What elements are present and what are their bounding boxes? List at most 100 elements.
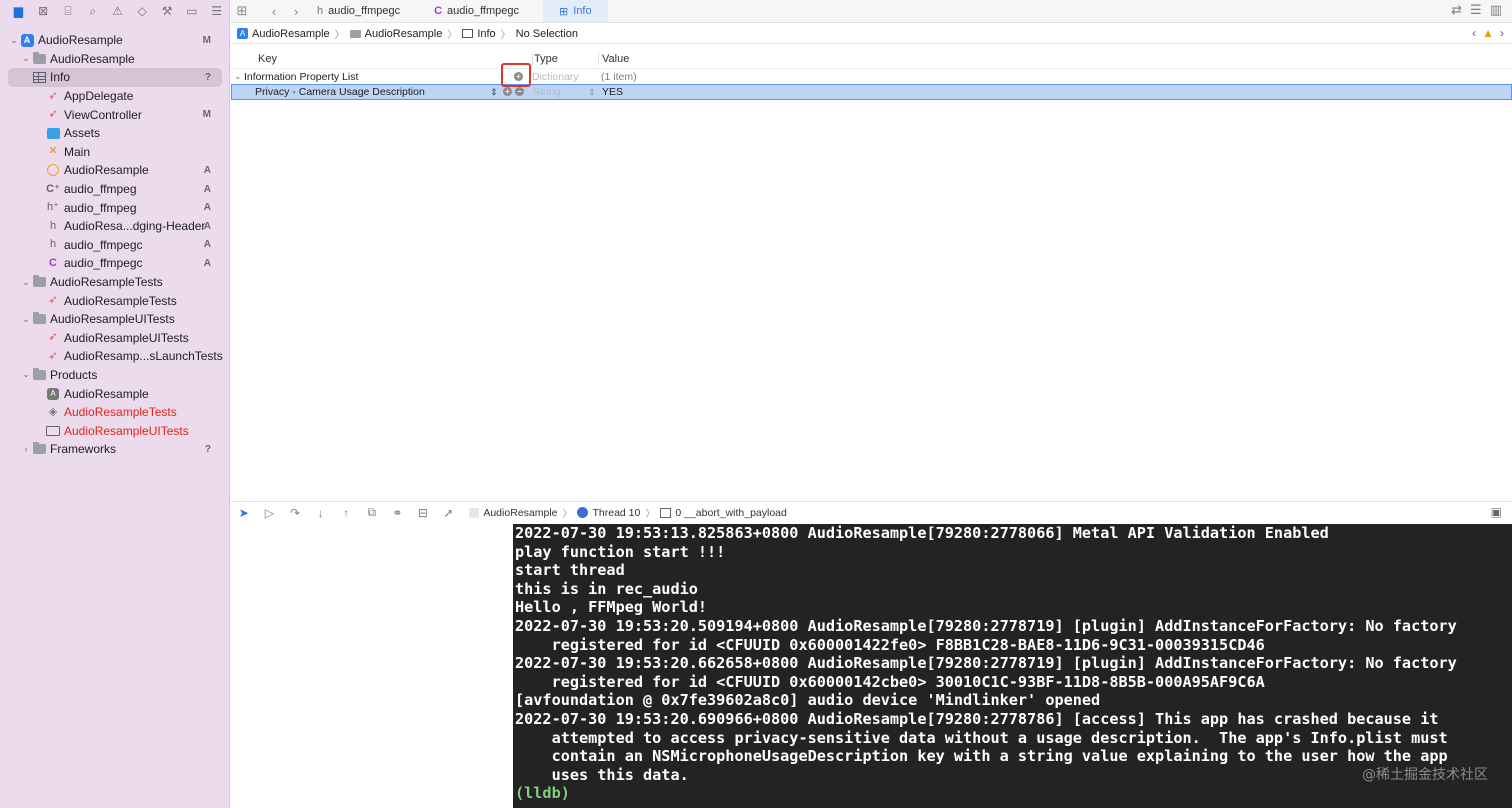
tree-row-file[interactable]: ➶ AppDelegate — [0, 87, 230, 106]
plist-value[interactable]: YES — [602, 86, 623, 98]
xctest-icon: ◈ — [48, 405, 58, 418]
tree-row-file[interactable]: Assets — [0, 124, 230, 143]
test-icon[interactable]: ◇ — [130, 1, 155, 21]
project-icon: A — [237, 28, 248, 39]
continue-icon[interactable]: ▷ — [257, 503, 283, 523]
folder-icon — [349, 29, 361, 38]
tree-row-label: AudioResampleTests — [50, 275, 163, 290]
debug-thread[interactable]: Thread 10 — [592, 507, 640, 519]
swap-icon[interactable]: ⇄ — [1451, 2, 1462, 18]
chevron-right-icon: 〉 — [334, 30, 345, 41]
find-icon[interactable]: ⌕ — [80, 1, 105, 21]
tree-row-file[interactable]: ◈ AudioResampleTests — [0, 403, 230, 422]
chevron-down-icon[interactable]: ⌄ — [20, 369, 32, 380]
tree-row-folder[interactable]: ⌄ AudioResampleTests — [0, 273, 230, 292]
column-header-type[interactable]: Type — [532, 53, 558, 65]
plist-key[interactable]: Privacy - Camera Usage Description — [255, 86, 425, 98]
tree-row-folder[interactable]: ⌄ AudioResampleUITests — [0, 310, 230, 329]
column-header-key[interactable]: Key — [258, 53, 277, 65]
add-row-icon[interactable]: + — [503, 87, 512, 96]
console-output[interactable]: 2022-07-30 19:53:13.825863+0800 AudioRes… — [513, 524, 1512, 808]
tree-row-folder[interactable]: ⌄ Products — [0, 366, 230, 385]
plist-type[interactable]: String — [533, 86, 560, 98]
editor-options-icon[interactable]: ☰ — [1470, 2, 1482, 18]
column-header-value[interactable]: Value — [598, 53, 629, 65]
highlight-annotation — [501, 63, 531, 87]
hide-debug-area-icon[interactable]: ▣ — [1491, 505, 1502, 519]
chevron-down-icon[interactable]: ⌄ — [8, 35, 20, 46]
add-editor-icon[interactable]: ▥ — [1490, 2, 1502, 18]
memory-graph-icon[interactable]: ⚭ — [385, 503, 411, 523]
location-icon[interactable]: ➚ — [436, 503, 462, 523]
status-badge: ? — [204, 71, 211, 83]
report-icon[interactable]: ☰ — [204, 1, 229, 21]
process-icon — [469, 507, 480, 518]
back-icon[interactable]: ‹ — [263, 0, 285, 22]
step-out-icon[interactable]: ↑ — [333, 503, 359, 523]
tree-row-file[interactable]: h audio_ffmpegc A — [0, 236, 230, 255]
breadcrumb-item[interactable]: AudioResample — [252, 28, 330, 40]
environment-icon[interactable]: ⊟ — [410, 503, 436, 523]
chevron-right-icon: 〉 — [562, 509, 573, 520]
hierarchy-icon[interactable]: ⌸ — [56, 1, 81, 21]
tab-audio-ffmpegc-header[interactable]: h audio_ffmpegc — [307, 0, 410, 22]
forward-icon[interactable]: › — [285, 0, 307, 22]
remove-row-icon[interactable]: − — [515, 87, 524, 96]
view-hierarchy-icon[interactable]: ⧉ — [359, 503, 385, 523]
chevron-right-icon: 〉 — [447, 30, 458, 41]
tree-row-file[interactable]: ➶ AudioResampleTests — [0, 291, 230, 310]
tree-row-file[interactable]: ➶ AudioResamp...sLaunchTests — [0, 347, 230, 366]
breakpoint-icon[interactable]: ▭ — [179, 1, 204, 21]
tree-row-folder[interactable]: › Frameworks ? — [0, 440, 230, 459]
tree-row-file[interactable]: h⁺ audio_ffmpeg A — [0, 198, 230, 217]
warning-icon[interactable]: ▲ — [1482, 26, 1494, 40]
chevron-down-icon[interactable]: ⌄ — [234, 71, 242, 82]
debug-frame[interactable]: 0 __abort_with_payload — [675, 507, 787, 519]
tree-row-project[interactable]: ⌄ A AudioResample M — [0, 31, 230, 50]
folder-icon — [32, 442, 46, 455]
debug-process[interactable]: AudioResample — [483, 507, 557, 519]
lldb-prompt[interactable]: (lldb) — [515, 784, 1512, 803]
plist-row-privacy[interactable]: Privacy - Camera Usage Description ⇕ + −… — [231, 84, 1512, 100]
debug-icon[interactable]: ⚒ — [155, 1, 180, 21]
breadcrumb-item[interactable]: Info — [477, 28, 495, 40]
chevron-down-icon[interactable]: ⌄ — [20, 277, 32, 288]
next-issue-icon[interactable]: › — [1500, 26, 1504, 40]
step-over-icon[interactable]: ↷ — [282, 503, 308, 523]
chevron-right-icon[interactable]: › — [20, 444, 32, 454]
key-popup-icon[interactable]: ⇕ — [490, 87, 498, 98]
tree-row-file[interactable]: ➶ AudioResampleUITests — [0, 329, 230, 348]
tree-row-file[interactable]: ➶ ViewController M — [0, 105, 230, 124]
editor-tab-bar: ⊞ ‹ › h audio_ffmpegc C audio_ffmpegc ⊞ … — [231, 0, 1512, 23]
tree-row-file[interactable]: C audio_ffmpegc A — [0, 254, 230, 273]
tree-row-label: AppDelegate — [64, 89, 134, 104]
breakpoints-toggle-icon[interactable]: ➤ — [231, 503, 257, 523]
tree-row-file[interactable]: C⁺ audio_ffmpeg A — [0, 180, 230, 199]
tree-row-info-plist[interactable]: Info ? — [8, 68, 222, 87]
tab-audio-ffmpegc-source[interactable]: C audio_ffmpegc — [424, 0, 529, 22]
chevron-down-icon[interactable]: ⌄ — [20, 53, 32, 64]
chevron-down-icon[interactable]: ⌄ — [20, 314, 32, 325]
source-control-icon[interactable]: ⊠ — [31, 1, 56, 21]
step-into-icon[interactable]: ↓ — [308, 503, 334, 523]
file-tree: ⌄ A AudioResample M ⌄ AudioResample Info… — [0, 31, 230, 459]
folder-icon[interactable]: ▆ — [6, 1, 31, 21]
assets-icon — [46, 127, 60, 139]
tree-row-label: Frameworks — [50, 442, 117, 457]
tree-row-file[interactable]: AudioResample A — [0, 161, 230, 180]
grid-icon[interactable]: ⊞ — [231, 0, 253, 22]
breadcrumb-item[interactable]: No Selection — [516, 28, 578, 40]
tree-row-label: Info — [50, 70, 71, 85]
tree-row-file[interactable]: ✕ Main — [0, 143, 230, 162]
previous-issue-icon[interactable]: ‹ — [1472, 26, 1476, 40]
tab-info[interactable]: ⊞ Info — [543, 0, 608, 22]
type-popup-icon[interactable]: ⇕ — [588, 87, 596, 98]
tree-row-file[interactable]: h AudioResa...dging-Header A — [0, 217, 230, 236]
tree-row-folder[interactable]: ⌄ AudioResample — [0, 50, 230, 69]
breadcrumb-item[interactable]: AudioResample — [365, 28, 443, 40]
issue-icon[interactable]: ⚠ — [105, 1, 130, 21]
plist-row-root[interactable]: ⌄ Information Property List + Dictionary… — [231, 69, 1512, 84]
tree-row-file[interactable]: A AudioResample — [0, 384, 230, 403]
chevron-right-icon: 〉 — [500, 30, 511, 41]
tree-row-file[interactable]: AudioResampleUITests — [0, 421, 230, 440]
